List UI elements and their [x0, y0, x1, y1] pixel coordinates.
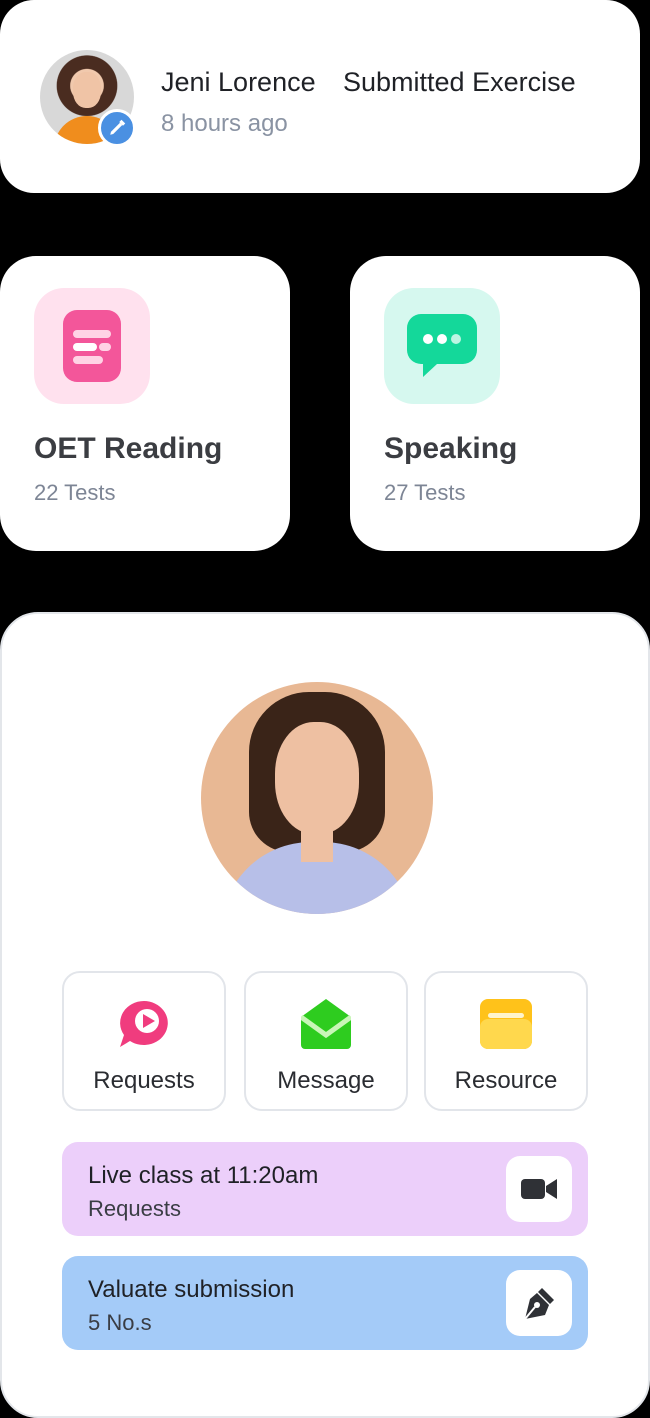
category-subtitle: 22 Tests [34, 480, 116, 505]
category-card-speaking[interactable]: Speaking 27 Tests [350, 256, 640, 551]
category-card-oet-reading[interactable]: OET Reading 22 Tests [0, 256, 290, 551]
message-button[interactable]: Message [244, 971, 408, 1111]
folder-icon [480, 999, 532, 1054]
pencil-icon[interactable] [98, 109, 136, 147]
task-title: Live class at 11:20am [88, 1162, 319, 1189]
resource-label: Resource [454, 1067, 558, 1094]
play-bubble-icon [118, 999, 170, 1054]
category-title: Speaking [384, 432, 518, 465]
requests-label: Requests [93, 1067, 195, 1094]
category-subtitle: 27 Tests [384, 480, 466, 505]
activity-card[interactable]: Jeni Lorence Submitted Exercise 8 hours … [0, 0, 640, 193]
reading-list-icon [34, 288, 150, 404]
task-subtitle: 5 No.s [88, 1310, 152, 1335]
user-name[interactable]: Jeni Lorence [161, 67, 316, 98]
activity-timestamp: 8 hours ago [161, 110, 288, 137]
profile-avatar[interactable] [201, 682, 433, 914]
chat-bubble-icon [384, 288, 500, 404]
task-subtitle: Requests [88, 1196, 181, 1221]
task-live-class[interactable]: Live class at 11:20am Requests [62, 1142, 588, 1236]
task-valuate-submission[interactable]: Valuate submission 5 No.s [62, 1256, 588, 1350]
resource-button[interactable]: Resource [424, 971, 588, 1111]
message-label: Message [277, 1067, 375, 1094]
video-camera-icon[interactable] [506, 1156, 572, 1222]
requests-button[interactable]: Requests [62, 971, 226, 1111]
activity-action: Submitted Exercise [343, 67, 576, 97]
category-title: OET Reading [34, 432, 223, 465]
pen-nib-icon[interactable] [506, 1270, 572, 1336]
envelope-icon [299, 999, 353, 1054]
profile-card: Requests Message Resource Live class at … [0, 612, 650, 1418]
task-title: Valuate submission [88, 1276, 295, 1303]
